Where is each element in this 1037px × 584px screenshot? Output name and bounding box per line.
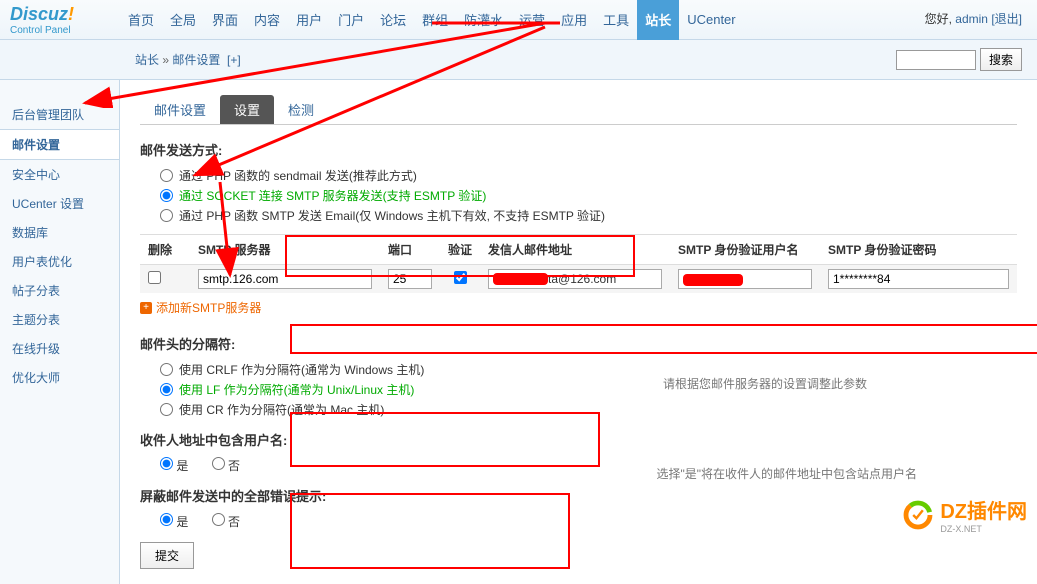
breadcrumb-plus[interactable]: [+] xyxy=(227,53,241,67)
nav-webmaster[interactable]: 站长 xyxy=(637,0,679,40)
tab-settings[interactable]: 设置 xyxy=(220,95,274,124)
user-info: 您好, admin [退出] xyxy=(925,10,1022,27)
th-port: 端口 xyxy=(380,235,440,265)
radio-sendmail[interactable] xyxy=(160,169,173,182)
th-server: SMTP 服务器 xyxy=(190,235,380,265)
sidebar-item-security[interactable]: 安全中心 xyxy=(0,160,119,189)
header: Discuz! Control Panel 首页 全局 界面 内容 用户 门户 … xyxy=(0,0,1037,40)
add-smtp-link[interactable]: +添加新SMTP服务器 xyxy=(140,299,261,316)
radio-s4-yes[interactable] xyxy=(160,513,173,526)
smtp-user-input[interactable] xyxy=(678,269,812,289)
th-pass: SMTP 身份验证密码 xyxy=(820,235,1017,265)
watermark-icon xyxy=(902,499,934,531)
radio-socket[interactable] xyxy=(160,189,173,202)
sidebar-item-team[interactable]: 后台管理团队 xyxy=(0,100,119,129)
sidebar-item-mail[interactable]: 邮件设置 xyxy=(0,129,119,160)
tab-mail-settings[interactable]: 邮件设置 xyxy=(140,95,220,124)
server-input[interactable] xyxy=(198,269,372,289)
radio-s3-no[interactable] xyxy=(212,457,225,470)
main-nav: 首页 全局 界面 内容 用户 门户 论坛 群组 防灌水 运营 应用 工具 站长 … xyxy=(120,0,1027,40)
label-socket: 通过 SOCKET 连接 SMTP 服务器发送(支持 ESMTP 验证) xyxy=(179,187,486,204)
smtp-pass-input[interactable] xyxy=(828,269,1009,289)
section2-title: 邮件头的分隔符: xyxy=(140,334,1017,353)
section2-desc: 请根据您邮件服务器的设置调整此参数 xyxy=(663,375,867,392)
sidebar-item-optimize[interactable]: 优化大师 xyxy=(0,363,119,392)
sidebar-item-upgrade[interactable]: 在线升级 xyxy=(0,334,119,363)
email-input[interactable]: ta@126.com xyxy=(488,269,662,289)
nav-group[interactable]: 群组 xyxy=(414,0,456,40)
radio-lf[interactable] xyxy=(160,383,173,396)
logout-link[interactable]: [退出] xyxy=(991,12,1022,26)
label-php-smtp: 通过 PHP 函数 SMTP 发送 Email(仅 Windows 主机下有效,… xyxy=(179,207,605,224)
th-delete: 删除 xyxy=(140,235,190,265)
nav-home[interactable]: 首页 xyxy=(120,0,162,40)
search-input[interactable] xyxy=(896,50,976,70)
nav-operation[interactable]: 运营 xyxy=(511,0,553,40)
tab-test[interactable]: 检测 xyxy=(274,95,328,124)
nav-app[interactable]: 应用 xyxy=(553,0,595,40)
nav-global[interactable]: 全局 xyxy=(162,0,204,40)
watermark: DZ插件网 DZ-X.NET xyxy=(902,495,1027,534)
auth-checkbox[interactable] xyxy=(454,271,467,284)
search-button[interactable]: 搜索 xyxy=(980,48,1022,71)
section1-title: 邮件发送方式: xyxy=(140,140,1017,159)
radio-s4-no[interactable] xyxy=(212,513,225,526)
submit-button[interactable]: 提交 xyxy=(140,542,194,569)
port-input[interactable] xyxy=(388,269,432,289)
breadcrumb-page[interactable]: 邮件设置 xyxy=(172,53,220,67)
th-auth: 验证 xyxy=(440,235,480,265)
sidebar-item-thread-split[interactable]: 主题分表 xyxy=(0,305,119,334)
username-link[interactable]: admin xyxy=(955,12,988,26)
breadcrumb-root[interactable]: 站长 xyxy=(135,53,159,67)
label-cr: 使用 CR 作为分隔符(通常为 Mac 主机) xyxy=(179,401,384,418)
radio-cr[interactable] xyxy=(160,403,173,416)
breadcrumb: 站长 » 邮件设置 [+] xyxy=(135,51,896,68)
table-row: ta@126.com xyxy=(140,265,1017,294)
radio-php-smtp[interactable] xyxy=(160,209,173,222)
nav-forum[interactable]: 论坛 xyxy=(372,0,414,40)
logo: Discuz! Control Panel xyxy=(10,4,120,36)
smtp-table: 删除 SMTP 服务器 端口 验证 发信人邮件地址 SMTP 身份验证用户名 S… xyxy=(140,234,1017,293)
nav-content[interactable]: 内容 xyxy=(246,0,288,40)
radio-s3-yes[interactable] xyxy=(160,457,173,470)
section4-title: 屏蔽邮件发送中的全部错误提示: xyxy=(140,486,1017,505)
nav-ucenter[interactable]: UCenter xyxy=(679,0,743,40)
sidebar-item-usertable[interactable]: 用户表优化 xyxy=(0,247,119,276)
nav-tools[interactable]: 工具 xyxy=(595,0,637,40)
sidebar-item-ucenter[interactable]: UCenter 设置 xyxy=(0,189,119,218)
th-user: SMTP 身份验证用户名 xyxy=(670,235,820,265)
label-crlf: 使用 CRLF 作为分隔符(通常为 Windows 主机) xyxy=(179,361,424,378)
delete-checkbox[interactable] xyxy=(148,271,161,284)
nav-antispam[interactable]: 防灌水 xyxy=(456,0,511,40)
section3-title: 收件人地址中包含用户名: xyxy=(140,430,1017,449)
radio-crlf[interactable] xyxy=(160,363,173,376)
section3-desc: 选择"是"将在收件人的邮件地址中包含站点用户名 xyxy=(656,465,917,482)
breadcrumb-row: 站长 » 邮件设置 [+] 搜索 xyxy=(0,40,1037,80)
label-sendmail: 通过 PHP 函数的 sendmail 发送(推荐此方式) xyxy=(179,167,417,184)
tabs: 邮件设置 设置 检测 xyxy=(140,95,1017,125)
sidebar: 后台管理团队 邮件设置 安全中心 UCenter 设置 数据库 用户表优化 帖子… xyxy=(0,80,120,584)
th-email: 发信人邮件地址 xyxy=(480,235,670,265)
content: 邮件设置 设置 检测 邮件发送方式: 通过 PHP 函数的 sendmail 发… xyxy=(120,80,1037,584)
nav-user[interactable]: 用户 xyxy=(288,0,330,40)
label-lf: 使用 LF 作为分隔符(通常为 Unix/Linux 主机) xyxy=(179,381,414,398)
sidebar-item-database[interactable]: 数据库 xyxy=(0,218,119,247)
sidebar-item-post-split[interactable]: 帖子分表 xyxy=(0,276,119,305)
nav-portal[interactable]: 门户 xyxy=(330,0,372,40)
nav-interface[interactable]: 界面 xyxy=(204,0,246,40)
plus-icon: + xyxy=(140,302,152,314)
